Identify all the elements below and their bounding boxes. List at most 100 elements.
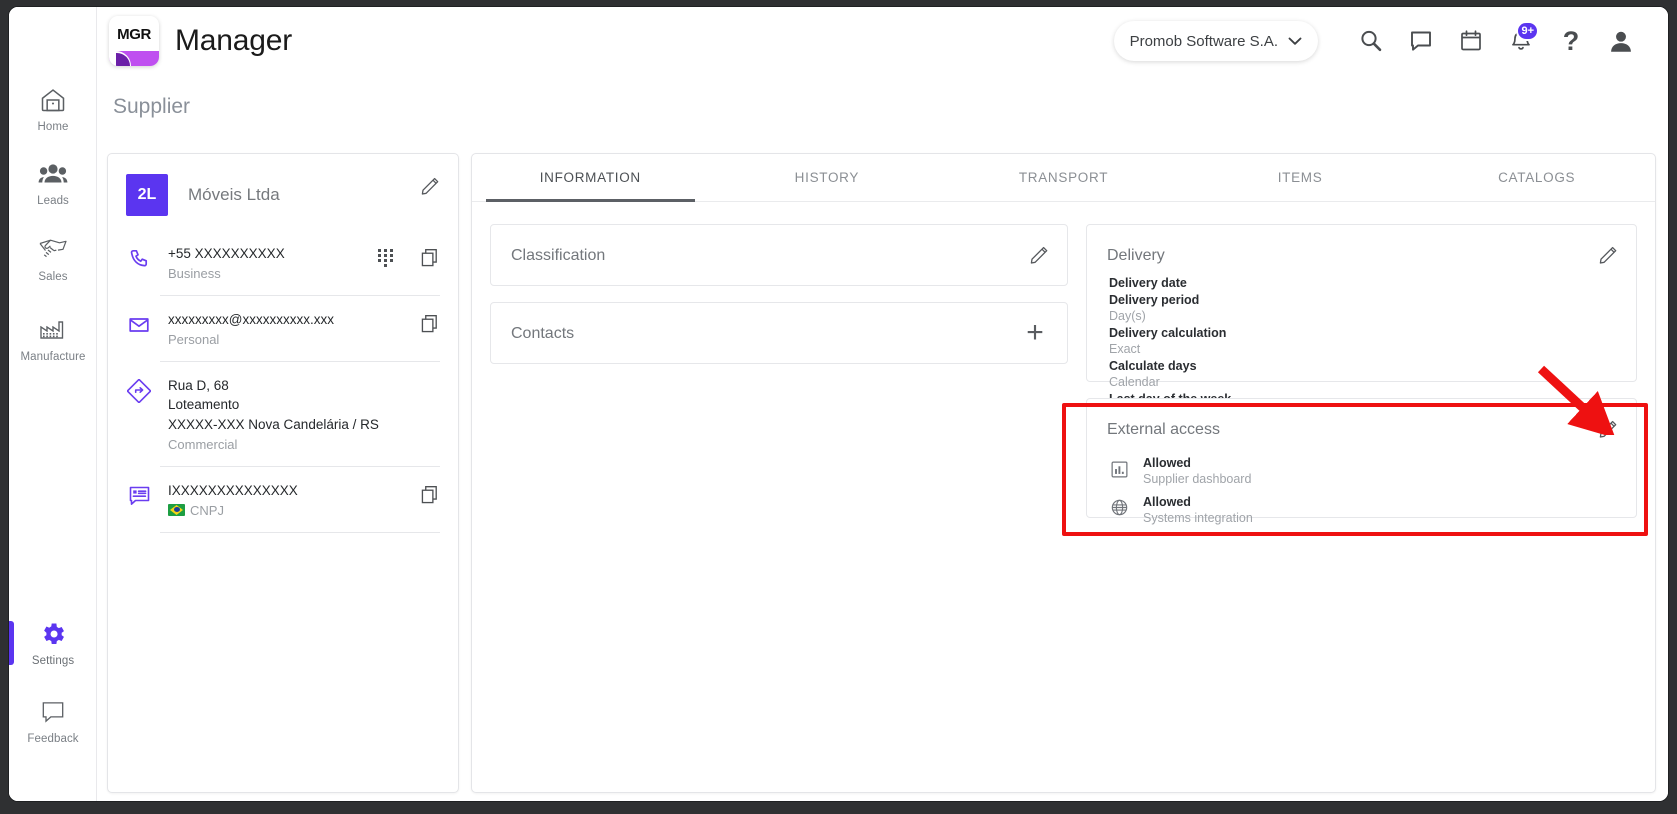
supplier-header: 2L Móveis Ltda xyxy=(108,154,458,230)
sidebar-item-label: Leads xyxy=(37,195,69,207)
search-icon[interactable] xyxy=(1346,17,1396,65)
sidebar-item-settings[interactable]: Settings xyxy=(9,619,97,667)
delivery-key: Delivery date xyxy=(1109,276,1187,290)
external-access-label: Supplier dashboard xyxy=(1143,472,1252,487)
tab-catalogs[interactable]: CATALOGS xyxy=(1418,154,1655,201)
logo-text: MGR xyxy=(117,26,151,43)
document-icon xyxy=(126,483,152,509)
document-type-label: CNPJ xyxy=(190,502,224,518)
sidebar-item-manufacture[interactable]: Manufacture xyxy=(9,315,97,363)
contacts-add-icon[interactable]: + xyxy=(1017,315,1053,351)
tab-information[interactable]: INFORMATION xyxy=(472,154,709,202)
divider xyxy=(160,531,440,533)
delivery-value: Day(s) xyxy=(1109,309,1146,323)
supplier-name: Móveis Ltda xyxy=(188,185,280,204)
external-access-label: Systems integration xyxy=(1143,510,1253,525)
contacts-title: Contacts xyxy=(511,325,575,342)
document-body: IXXXXXXXXXXXXXX CNPJ xyxy=(168,481,421,518)
gear-icon xyxy=(38,619,68,649)
sidebar-item-leads[interactable]: Leads xyxy=(9,159,97,207)
delivery-card: Delivery Delivery date Delivery period D… xyxy=(1086,224,1637,422)
classification-edit-icon[interactable] xyxy=(1029,243,1051,270)
brazil-flag-icon xyxy=(168,503,185,516)
address-line-1: Rua D, 68 xyxy=(168,378,229,394)
external-access-edit-icon[interactable] xyxy=(1598,417,1620,444)
company-selector-label: Promob Software S.A. xyxy=(1129,32,1278,50)
supplier-summary-card: 2L Móveis Ltda +55 XXXXXXXXXX Business x… xyxy=(107,153,459,793)
email-row-actions xyxy=(421,314,440,338)
delivery-key: Calculate days xyxy=(1109,358,1197,373)
bell-icon[interactable]: 9+ xyxy=(1496,17,1546,65)
delivery-edit-icon[interactable] xyxy=(1598,243,1620,270)
phone-icon xyxy=(126,246,152,272)
sidebar-item-label: Sales xyxy=(38,271,68,283)
copy-icon[interactable] xyxy=(421,248,440,272)
external-access-dashboard-text: Allowed Supplier dashboard xyxy=(1143,455,1251,488)
page-title: Supplier xyxy=(113,95,191,118)
browser-window: Home Leads Sales Manufacture Settings Fe… xyxy=(8,6,1669,802)
external-access-state: Allowed xyxy=(1143,494,1191,509)
supplier-detail-panel: INFORMATION HISTORY TRANSPORT ITEMS CATA… xyxy=(471,153,1656,793)
sidebar-item-label: Home xyxy=(37,121,69,133)
home-icon xyxy=(38,85,68,115)
help-icon[interactable]: ? xyxy=(1546,17,1596,65)
sidebar-item-home[interactable]: Home xyxy=(9,85,97,133)
document-number: IXXXXXXXXXXXXXX xyxy=(168,482,298,498)
delivery-value: Calendar xyxy=(1109,375,1160,389)
external-access-row-dashboard: Allowed Supplier dashboard xyxy=(1109,455,1616,488)
email-body: xxxxxxxxx@xxxxxxxxxx.xxx Personal xyxy=(168,310,421,347)
phone-number: +55 XXXXXXXXXX xyxy=(168,246,285,261)
copy-icon[interactable] xyxy=(421,485,440,509)
contact-row-email: xxxxxxxxx@xxxxxxxxxx.xxx Personal xyxy=(108,296,458,361)
external-access-card: External access Allowed Supplier dashboa… xyxy=(1086,398,1637,525)
chevron-down-icon xyxy=(1288,37,1302,45)
phone-type: Business xyxy=(168,266,221,282)
external-access-integration-text: Allowed Systems integration xyxy=(1143,494,1253,527)
tab-transport[interactable]: TRANSPORT xyxy=(945,154,1182,201)
address-line-3: XXXXX-XXX Nova Candelária / RS xyxy=(168,416,379,432)
company-selector[interactable]: Promob Software S.A. xyxy=(1113,21,1318,61)
delivery-title: Delivery xyxy=(1107,247,1165,264)
supplier-edit-icon[interactable] xyxy=(420,174,442,201)
address-icon xyxy=(126,378,152,404)
account-icon[interactable] xyxy=(1596,17,1646,65)
factory-icon xyxy=(38,315,68,345)
app-header: MGR Manager Promob Software S.A. 9+ ? xyxy=(97,7,1668,75)
tab-items[interactable]: ITEMS xyxy=(1182,154,1419,201)
app-root: Home Leads Sales Manufacture Settings Fe… xyxy=(9,7,1668,801)
sidebar-item-feedback[interactable]: Feedback xyxy=(9,697,97,745)
sidebar-item-sales[interactable]: Sales xyxy=(9,235,97,283)
contact-row-phone: +55 XXXXXXXXXX Business xyxy=(108,230,458,295)
header-actions: Promob Software S.A. 9+ ? xyxy=(1113,17,1668,65)
email-type: Personal xyxy=(168,332,220,348)
tab-bar: INFORMATION HISTORY TRANSPORT ITEMS CATA… xyxy=(472,154,1655,202)
avatar: 2L xyxy=(126,174,168,216)
handshake-icon xyxy=(38,235,68,265)
external-access-title: External access xyxy=(1107,421,1220,438)
document-type: CNPJ xyxy=(168,503,421,518)
left-column: Classification Contacts + xyxy=(490,224,1068,518)
sidebar-item-label: Manufacture xyxy=(20,351,86,363)
delivery-value: Exact xyxy=(1109,342,1141,356)
external-access-entries: Allowed Supplier dashboard Allowed Syste… xyxy=(1087,451,1636,552)
address-type: Commercial xyxy=(168,436,238,452)
chart-icon xyxy=(1109,459,1129,479)
address-body: Rua D, 68 Loteamento XXXXX-XXX Nova Cand… xyxy=(168,376,440,451)
dialpad-icon[interactable] xyxy=(378,248,395,272)
tab-history[interactable]: HISTORY xyxy=(709,154,946,201)
email-address: xxxxxxxxx@xxxxxxxxxx.xxx xyxy=(168,312,334,328)
left-navigation-rail: Home Leads Sales Manufacture Settings Fe… xyxy=(9,7,97,801)
chat-icon[interactable] xyxy=(1396,17,1446,65)
phone-body: +55 XXXXXXXXXX Business xyxy=(168,244,378,281)
phone-row-actions xyxy=(378,248,440,272)
delivery-key: Delivery period xyxy=(1109,292,1200,307)
people-icon xyxy=(38,159,68,189)
email-icon xyxy=(126,312,152,338)
document-row-actions xyxy=(421,485,440,509)
calendar-icon[interactable] xyxy=(1446,17,1496,65)
external-access-row-integration: Allowed Systems integration xyxy=(1109,494,1616,527)
copy-icon[interactable] xyxy=(421,314,440,338)
address-line-2: Loteamento xyxy=(168,397,240,413)
panel-body: Classification Contacts + Delivery Deliv… xyxy=(472,202,1655,525)
classification-title: Classification xyxy=(511,247,606,264)
